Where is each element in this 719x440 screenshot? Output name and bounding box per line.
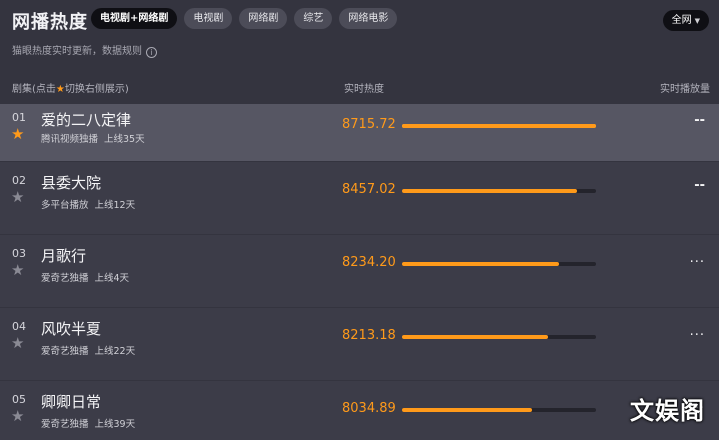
show-title[interactable]: 卿卿日常	[41, 391, 101, 412]
category-tabs: 电视剧+网络剧 电视剧 网络剧 综艺 网络电影	[91, 8, 398, 29]
tab-tv-and-web[interactable]: 电视剧+网络剧	[91, 8, 178, 29]
heat-bar	[402, 335, 596, 339]
heat-bar	[402, 262, 596, 266]
ranking-list: 01 ★ 爱的二八定律 腾讯视频独播 上线35天 8715.72 -- 02 ★ …	[0, 104, 719, 440]
list-item[interactable]: 04 ★ 风吹半夏 爱奇艺独播 上线22天 8213.18 ...	[0, 308, 719, 381]
rank-number: 01	[12, 111, 26, 124]
list-item[interactable]: 02 ★ 县委大院 多平台播放 上线12天 8457.02 --	[0, 162, 719, 235]
platform-label: 爱奇艺独播	[41, 419, 89, 430]
column-header-show: 剧集(点击★切换右侧展示)	[12, 80, 129, 95]
column-header-heat: 实时热度	[344, 84, 384, 95]
heat-bar-fill	[402, 335, 548, 339]
list-item[interactable]: 03 ★ 月歌行 爱奇艺独播 上线4天 8234.20 ...	[0, 235, 719, 308]
play-count: ...	[689, 251, 705, 266]
days-online-label: 上线35天	[104, 134, 145, 145]
show-meta: 爱奇艺独播 上线39天	[41, 416, 135, 430]
tab-tv[interactable]: 电视剧	[184, 8, 233, 29]
list-item[interactable]: 05 ★ 卿卿日常 爱奇艺独播 上线39天 8034.89 ...	[0, 381, 719, 440]
region-dropdown[interactable]: 全网 ▼	[662, 10, 709, 31]
heat-value: 8234.20	[342, 255, 396, 270]
info-icon[interactable]: i	[146, 47, 157, 58]
platform-label: 多平台播放	[41, 200, 89, 211]
heat-bar	[402, 124, 596, 128]
subtitle: 猫眼热度实时更新，数据规则 i	[12, 42, 157, 58]
star-icon[interactable]: ★	[11, 409, 24, 424]
rank-number: 03	[12, 247, 26, 260]
days-online-label: 上线22天	[94, 346, 136, 357]
tab-web-series[interactable]: 网络剧	[239, 8, 288, 29]
heat-value: 8715.72	[342, 117, 396, 132]
days-online-label: 上线12天	[94, 200, 136, 211]
column-header-show-prefix: 剧集(点击	[12, 84, 56, 95]
rank-number: 02	[12, 174, 26, 187]
header: 网播热度 电视剧+网络剧 电视剧 网络剧 综艺 网络电影 全网 ▼ 猫眼热度实时更…	[0, 0, 719, 104]
days-online-label: 上线39天	[94, 419, 136, 430]
show-title[interactable]: 风吹半夏	[41, 318, 101, 339]
play-count: --	[694, 113, 705, 128]
show-meta: 多平台播放 上线12天	[41, 197, 135, 211]
rank-number: 05	[12, 393, 26, 406]
tab-web-movie[interactable]: 网络电影	[339, 8, 398, 29]
column-header-show-suffix: 切换右侧展示)	[64, 84, 129, 95]
play-count: ...	[689, 324, 705, 339]
show-title[interactable]: 月歌行	[41, 245, 86, 266]
show-meta: 爱奇艺独播 上线22天	[41, 343, 135, 357]
star-icon[interactable]: ★	[11, 336, 24, 351]
rank-number: 04	[12, 320, 26, 333]
page-title: 网播热度	[12, 12, 88, 33]
platform-label: 爱奇艺独播	[41, 273, 89, 284]
days-online-label: 上线4天	[94, 273, 130, 284]
show-title[interactable]: 县委大院	[41, 172, 101, 193]
subtitle-text: 猫眼热度实时更新，数据规则	[12, 46, 142, 57]
show-meta: 爱奇艺独播 上线4天	[41, 270, 129, 284]
list-item[interactable]: 01 ★ 爱的二八定律 腾讯视频独播 上线35天 8715.72 --	[0, 104, 719, 162]
region-label: 全网	[671, 15, 692, 26]
heat-bar	[402, 189, 596, 193]
show-title[interactable]: 爱的二八定律	[41, 109, 131, 130]
heat-bar-fill	[402, 124, 596, 128]
heat-value: 8034.89	[342, 401, 396, 416]
star-icon[interactable]: ★	[11, 190, 24, 205]
heat-bar-fill	[402, 189, 577, 193]
star-icon: ★	[55, 84, 65, 95]
chevron-down-icon: ▼	[694, 17, 700, 25]
tab-variety[interactable]: 综艺	[294, 8, 333, 29]
platform-label: 腾讯视频独播	[41, 134, 99, 145]
column-header-play: 实时播放量	[660, 84, 710, 95]
star-icon[interactable]: ★	[11, 263, 24, 278]
heat-value: 8213.18	[342, 328, 396, 343]
play-count: --	[694, 178, 705, 193]
heat-bar-fill	[402, 408, 532, 412]
heat-value: 8457.02	[342, 182, 396, 197]
platform-label: 爱奇艺独播	[41, 346, 89, 357]
star-icon[interactable]: ★	[11, 127, 24, 142]
watermark: 文娱阁	[630, 397, 705, 425]
heat-bar	[402, 408, 596, 412]
show-meta: 腾讯视频独播 上线35天	[41, 131, 145, 145]
heat-bar-fill	[402, 262, 560, 266]
